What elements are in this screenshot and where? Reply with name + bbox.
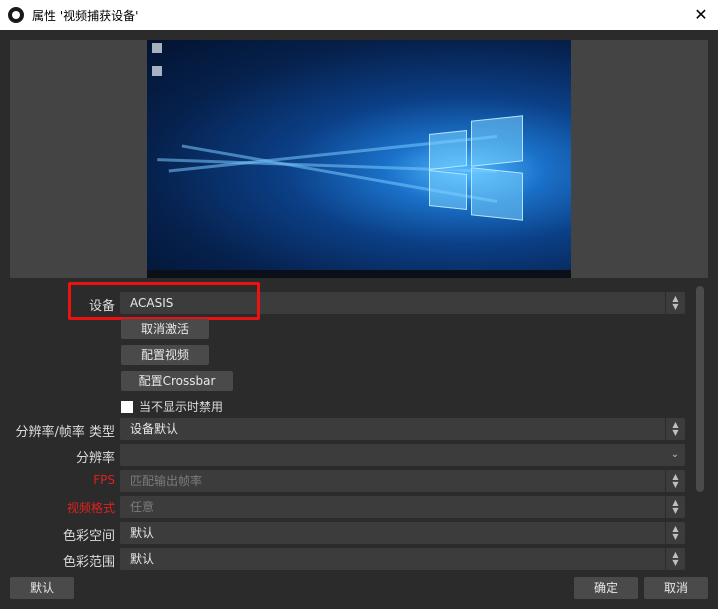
video-format-label: 视频格式 (66, 501, 115, 515)
taskbar (147, 270, 571, 278)
resolution-label: 分辨率 (75, 451, 115, 466)
defaults-button[interactable]: 默认 (10, 577, 74, 599)
ok-button[interactable]: 确定 (574, 577, 638, 599)
close-icon[interactable]: ✕ (690, 4, 712, 26)
color-space-label: 色彩空间 (62, 529, 115, 544)
device-select[interactable]: ACASIS ▲ ▼ (120, 292, 685, 314)
title-bar: 属性 '视频捕获设备' ✕ (0, 0, 718, 30)
fps-select[interactable]: 匹配输出帧率 ▲ ▼ (120, 470, 685, 492)
configure-video-button[interactable]: 配置视频 (121, 345, 209, 365)
color-range-value: 默认 (130, 552, 155, 566)
deactivate-button[interactable]: 取消激活 (121, 319, 209, 339)
cancel-button[interactable]: 取消 (644, 577, 708, 599)
desktop-icon (152, 43, 162, 53)
scrollbar[interactable] (696, 286, 704, 492)
color-space-select[interactable]: 默认 ▲ ▼ (120, 522, 685, 544)
updown-icon: ▲ ▼ (665, 418, 685, 440)
device-label: 设备 (88, 299, 115, 314)
color-space-value: 默认 (130, 526, 155, 540)
resolution-fps-type-value: 设备默认 (130, 422, 179, 436)
video-format-value: 任意 (130, 500, 155, 514)
desktop-preview-image (147, 40, 571, 278)
deactivate-when-hidden-checkbox[interactable] (121, 400, 133, 413)
deactivate-when-hidden-label: 当不显示时禁用 (139, 400, 224, 414)
deactivate-when-hidden-row[interactable]: 当不显示时禁用 (121, 398, 223, 415)
updown-icon: ▲ ▼ (665, 496, 685, 518)
video-format-select[interactable]: 任意 ▲ ▼ (120, 496, 685, 518)
preview-area (10, 40, 708, 278)
desktop-icon (152, 66, 162, 76)
updown-icon: ▲ ▼ (665, 470, 685, 492)
device-select-value: ACASIS (130, 296, 174, 310)
updown-icon: ▲ ▼ (665, 522, 685, 544)
resolution-fps-type-select[interactable]: 设备默认 ▲ ▼ (120, 418, 685, 440)
windows-logo-pane (471, 167, 523, 221)
chevron-down-icon[interactable]: ⌄ (665, 444, 685, 466)
windows-logo-pane (429, 170, 467, 210)
resolution-fps-type-label: 分辨率/帧率 类型 (15, 425, 115, 440)
color-range-select[interactable]: 默认 ▲ ▼ (120, 548, 685, 570)
window-title: 属性 '视频捕获设备' (32, 8, 139, 23)
resolution-combo[interactable]: ⌄ (120, 444, 685, 466)
fps-label: FPS (93, 473, 115, 487)
color-range-label: 色彩范围 (62, 555, 115, 570)
windows-logo-pane (471, 115, 523, 167)
configure-crossbar-button[interactable]: 配置Crossbar (121, 371, 233, 391)
windows-logo-pane (429, 130, 467, 170)
updown-icon: ▲ ▼ (665, 548, 685, 570)
fps-value: 匹配输出帧率 (130, 474, 203, 488)
obs-logo-icon (8, 7, 24, 23)
updown-icon: ▲ ▼ (665, 292, 685, 314)
